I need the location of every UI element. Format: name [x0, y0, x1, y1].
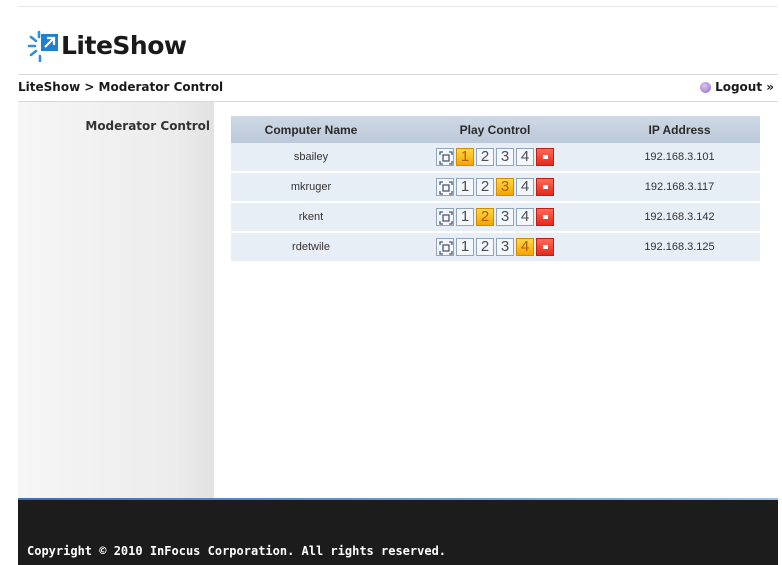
computer-name-cell: rkent	[231, 201, 391, 232]
screen-3-button[interactable]: 3	[496, 148, 514, 166]
stop-icon[interactable]	[536, 208, 554, 226]
play-controls: 1234	[436, 148, 554, 166]
screen-3-button[interactable]: 3	[496, 178, 514, 196]
screen-3-button[interactable]: 3	[496, 208, 514, 226]
footer: Copyright © 2010 InFocus Corporation. Al…	[18, 500, 778, 565]
screen-1-button[interactable]: 1	[456, 238, 474, 256]
screen-4-button[interactable]: 4	[516, 208, 534, 226]
column-header-play-control: Play Control	[391, 116, 599, 143]
fullscreen-icon	[439, 181, 453, 195]
fullscreen-icon	[439, 211, 453, 225]
ip-address-cell: 192.168.3.101	[599, 143, 760, 172]
fullscreen-button[interactable]	[436, 208, 454, 226]
sidebar-item-moderator-control[interactable]: Moderator Control	[85, 119, 210, 133]
play-control-cell: 1234	[391, 143, 599, 172]
screen-4-button[interactable]: 4	[516, 148, 534, 166]
screen-2-button[interactable]: 2	[476, 208, 494, 226]
table-row: rdetwile 1 2 3 4 192.168.3.125	[231, 231, 760, 261]
computer-name-cell: sbailey	[231, 143, 391, 172]
logout-link[interactable]: Logout »	[700, 80, 774, 94]
play-controls: 1234	[436, 178, 554, 196]
stop-icon[interactable]	[536, 178, 554, 196]
screen-1-button[interactable]: 1	[456, 178, 474, 196]
fullscreen-button[interactable]	[436, 238, 454, 256]
play-control-cell: 1234	[391, 201, 599, 232]
stop-icon[interactable]	[536, 148, 554, 166]
play-control-cell: 1234	[391, 171, 599, 202]
screen-1-button[interactable]: 1	[456, 208, 474, 226]
fullscreen-icon	[439, 241, 453, 255]
screen-2-button[interactable]: 2	[476, 148, 494, 166]
ip-address-cell: 192.168.3.125	[599, 231, 760, 261]
logout-label: Logout »	[715, 80, 774, 94]
screen-1-button[interactable]: 1	[456, 148, 474, 166]
table-row: mkruger 1 2 3 4 192.168.3.117	[231, 171, 760, 202]
play-control-cell: 1234	[391, 231, 599, 261]
play-controls: 1234	[436, 208, 554, 226]
fullscreen-button[interactable]	[436, 178, 454, 196]
screen-4-button[interactable]: 4	[516, 178, 534, 196]
screen-2-button[interactable]: 2	[476, 178, 494, 196]
breadcrumb-bar: LiteShow > Moderator Control Logout »	[18, 74, 778, 102]
breadcrumb: LiteShow > Moderator Control	[18, 80, 224, 94]
logout-icon	[700, 81, 712, 93]
computers-table: Computer Name Play Control IP Address sb…	[231, 116, 760, 261]
sidebar: Moderator Control	[18, 102, 214, 498]
computer-name-cell: mkruger	[231, 171, 391, 202]
liteshow-logo-icon	[27, 30, 58, 62]
header: LiteShow	[18, 6, 778, 75]
fullscreen-button[interactable]	[436, 148, 454, 166]
computer-name-cell: rdetwile	[231, 231, 391, 261]
screen-2-button[interactable]: 2	[476, 238, 494, 256]
ip-address-cell: 192.168.3.117	[599, 171, 760, 202]
screen-4-button[interactable]: 4	[516, 238, 534, 256]
play-controls: 1234	[436, 238, 554, 256]
stop-icon[interactable]	[536, 238, 554, 256]
page: LiteShow LiteShow > Moderator Control Lo…	[0, 0, 782, 565]
column-header-computer-name: Computer Name	[231, 116, 391, 143]
screen-3-button[interactable]: 3	[496, 238, 514, 256]
column-header-ip-address: IP Address	[599, 116, 760, 143]
ip-address-cell: 192.168.3.142	[599, 201, 760, 232]
table-header-row: Computer Name Play Control IP Address	[231, 116, 760, 143]
table-row: rkent 1 2 3 4 192.168.3.142	[231, 201, 760, 232]
logo: LiteShow	[25, 25, 187, 65]
table-row: sbailey 1 2 3 4 192.168.3.101	[231, 143, 760, 172]
computers-table-wrap: Computer Name Play Control IP Address sb…	[231, 116, 760, 261]
copyright-text: Copyright © 2010 InFocus Corporation. Al…	[27, 544, 447, 558]
app-name: LiteShow	[61, 30, 187, 60]
fullscreen-icon	[439, 151, 453, 165]
